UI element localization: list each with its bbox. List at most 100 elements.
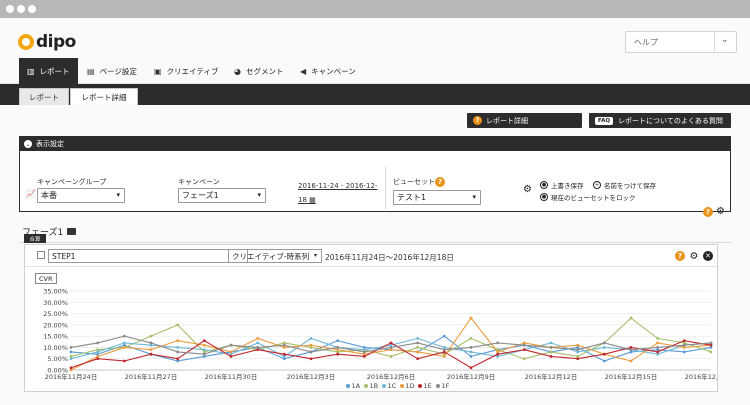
legend-marker [346,384,350,388]
legend-label: 1B [370,382,379,390]
report-detail-button[interactable]: ? レポート詳細 [467,113,582,128]
x-tick-label: 2016年12月15日 [605,372,658,381]
view-mode-select[interactable]: クリエイティブ-時系列 ▾ [228,249,322,263]
tab-label: 合算 [29,236,41,243]
data-point [69,366,73,370]
data-point [389,346,393,349]
data-point [656,350,660,354]
logo[interactable]: dipo [18,32,76,52]
y-tick-label: 5.00% [47,355,68,363]
data-point [149,334,153,338]
megaphone-icon: ◀ [300,66,307,76]
metric-badge[interactable]: CVR [35,273,57,284]
y-tick-label: 20.00% [43,321,68,329]
window-dot-icon [17,5,25,13]
tab-report-detail[interactable]: レポート詳細 [70,88,138,105]
data-point [549,355,553,358]
help-select[interactable]: ヘルプ ⌄ [625,31,737,53]
overwrite-save-button[interactable]: ● 上書き保存 [540,180,584,190]
app-window: dipo ヘルプ ⌄ ▥ レポート ▤ ページ設定 ▣ クリエイティブ ◕ セグ… [0,18,750,405]
data-point [202,348,206,352]
divider [385,167,386,209]
tab-label: レポート詳細 [81,92,127,102]
lock-view-button[interactable]: ● 現在のビューセットをロック [540,192,636,202]
nav-item-label: セグメント [245,66,284,76]
comment-icon[interactable] [67,228,77,235]
faq-button[interactable]: FAQ レポートについてのよくある質問 [589,113,731,128]
nav-item-label: キャンペーン [311,66,356,76]
campaign-select[interactable]: フェーズ1 ▾ [178,188,266,203]
data-point [522,357,526,361]
question-icon[interactable]: ? [703,207,713,217]
x-tick-label: 2016年12月18日 [685,372,717,381]
calendar-icon: ▦ [309,196,316,204]
data-point [309,350,313,354]
caret-down-icon: ▾ [313,252,317,259]
step-panel: STEP1 クリエイティブ-時系列 ▾ 2016年11月24日〜2016年12月… [24,244,718,392]
tab-combined[interactable]: 合算 [24,234,46,243]
save-as-button[interactable]: + 名前をつけて保存 [593,180,656,190]
metric-label: CVR [39,274,53,283]
data-point [602,352,606,356]
data-point [549,350,553,354]
view-mode-value: クリエイティブ-時系列 [232,251,310,261]
data-point [149,352,153,356]
tab-report[interactable]: レポート [19,88,69,105]
chevron-down-icon: ⌄ [721,35,729,45]
data-point [709,350,713,354]
data-point [309,357,313,361]
step-checkbox[interactable] [37,251,45,259]
gear-icon[interactable]: ⚙ [523,185,532,195]
caret-down-icon: ▾ [472,193,476,201]
step-date-range: 2016年11月24日〜2016年12月18日 [325,253,454,262]
view-preset-label: ビューセット [393,178,435,186]
nav-item-page-settings[interactable]: ▤ ページ設定 [87,58,137,84]
data-point [229,350,233,354]
legend-marker [436,384,440,388]
gear-icon[interactable]: ⚙ [716,207,725,217]
divider [19,242,731,243]
nav-item-campaign[interactable]: ◀ キャンペーン [300,58,356,84]
nav-item-segment[interactable]: ◕ セグメント [234,58,283,84]
question-icon[interactable]: ? [675,251,685,261]
nav-item-creative[interactable]: ▣ クリエイティブ [154,58,218,84]
data-point [629,359,633,363]
plus-icon: + [593,181,601,189]
nav-item-report[interactable]: ▥ レポート [19,58,78,84]
legend-label: 1C [388,382,397,390]
chevron-down-icon: ⌄ [24,140,32,148]
question-icon[interactable]: ? [435,177,445,187]
data-point [469,346,473,349]
data-point [576,357,580,361]
data-point [656,341,660,345]
data-point [389,341,393,345]
display-settings-panel: ⌄ 表示設定 📈 キャンペーングループ 本番 ▾ キャンペーン フェーズ1 ▾ … [19,136,731,212]
close-icon[interactable]: ✕ [703,251,713,261]
campaign-group-select[interactable]: 本番 ▾ [37,188,125,203]
step-name-input[interactable]: STEP1 [48,249,248,263]
data-point [469,316,473,320]
data-point [682,339,686,343]
main-nav: ▥ レポート ▤ ページ設定 ▣ クリエイティブ ◕ セグメント ◀ キャンペー… [0,58,750,84]
data-point [416,341,420,345]
data-point [416,357,420,361]
campaign-group-value: 本番 [41,191,57,200]
legend-marker [418,384,422,388]
data-point [389,355,393,358]
gear-icon[interactable]: ⚙ [689,251,699,262]
data-point [629,316,633,320]
data-point [122,341,126,345]
date-range-line1: 2016-11-24 - 2016-12- [298,182,378,190]
data-point [336,339,340,343]
data-point [202,339,206,343]
overwrite-save-label: 上書き保存 [551,182,584,190]
caret-down-icon: ▾ [116,191,120,199]
data-point [656,346,660,349]
data-point [442,348,446,352]
display-settings-header[interactable]: ⌄ 表示設定 [20,137,730,151]
data-point [656,337,660,340]
view-preset-select[interactable]: テスト1 ▾ [393,190,481,205]
data-point [416,337,420,340]
date-range-picker[interactable]: 2016-11-24 - 2016-12- 18 ▦ [298,179,378,207]
x-tick-label: 2016年11月24日 [45,372,98,381]
